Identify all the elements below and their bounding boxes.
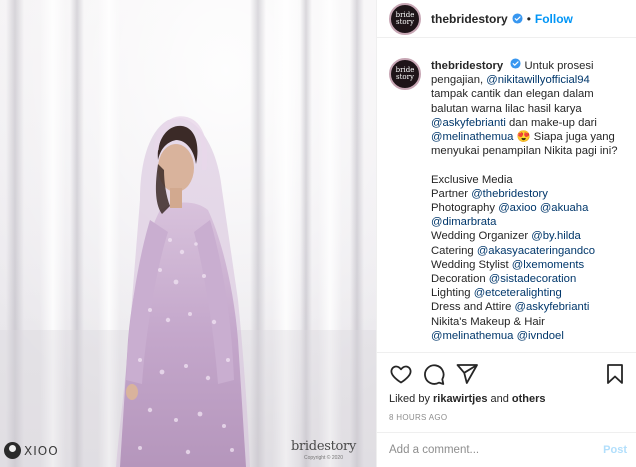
caption-line: Untuk prosesi: [524, 60, 594, 72]
avatar[interactable]: bride story: [389, 2, 421, 35]
mention-link[interactable]: @thebridestory: [471, 188, 548, 200]
credit-label: Photography: [431, 202, 499, 215]
post-actions-section: Liked by rikawirtjes and others 8 HOURS …: [377, 352, 636, 422]
credit-label: Wedding Stylist: [431, 258, 512, 271]
credit-label: Decoration: [431, 273, 489, 286]
credit-label: Wedding Organizer: [431, 230, 532, 243]
bride-photo-illustration: [0, 0, 376, 467]
watermark-left-text: XIOO: [24, 443, 59, 458]
credit-label: Lighting: [431, 287, 474, 300]
liked-by-others-link[interactable]: others: [512, 393, 546, 405]
mention-link[interactable]: @dimarbrata: [431, 216, 496, 228]
bookmark-icon[interactable]: [603, 362, 627, 386]
brand-watermark: bridestory Copyright © 2020: [291, 440, 356, 461]
comment-input[interactable]: Add a comment...: [389, 444, 603, 456]
caption-text: thebridestory Untuk prosesi pengajian, @…: [431, 58, 618, 350]
mention-link[interactable]: @akuaha: [540, 202, 589, 214]
mention-link[interactable]: @askyfebrianti: [431, 117, 506, 129]
action-bar: [377, 353, 636, 395]
mention-link[interactable]: @melinathemua: [431, 131, 513, 143]
post-header: bride story thebridestory • Follow: [377, 0, 636, 38]
header-separator: •: [526, 11, 531, 26]
caption-line: dan make-up dari: [505, 116, 597, 129]
credit-label: Dress and Attire: [431, 301, 515, 314]
caption-line: pengajian,: [431, 74, 487, 87]
comment-bubble-icon[interactable]: [422, 362, 446, 386]
follow-button[interactable]: Follow: [535, 12, 573, 26]
mention-link[interactable]: @akasyacateringandco: [477, 245, 595, 257]
credit-label: Partner: [431, 187, 472, 200]
watermark-brand-text: bridestory: [291, 439, 356, 454]
caption-line: menyukai penampilan Nikita pagi ini?: [431, 145, 618, 158]
verified-badge-icon: [512, 13, 523, 24]
post-caption: bride story thebridestory Untuk prosesi p…: [389, 58, 633, 350]
header-username[interactable]: thebridestory: [431, 12, 508, 26]
watermark-copyright: Copyright © 2020: [304, 455, 343, 461]
post-timestamp[interactable]: 8 HOURS AGO: [377, 413, 636, 422]
mention-link[interactable]: @etceteralighting: [474, 287, 562, 299]
mention-link[interactable]: @ivndoel: [517, 330, 564, 342]
mention-link[interactable]: @sistadecoration: [489, 273, 576, 285]
credit-label: Nikita's Makeup & Hair: [431, 315, 545, 328]
heart-eyes-emoji: 😍: [516, 131, 531, 144]
mention-link[interactable]: @by.hilda: [531, 230, 581, 242]
comment-box: Add a comment... Post: [377, 432, 636, 467]
caption-line: tampak cantik dan elegan dalam: [431, 88, 594, 101]
post-comment-button[interactable]: Post: [603, 444, 627, 456]
verified-badge-icon: [510, 58, 521, 69]
liked-by-text: Liked by rikawirtjes and others: [389, 393, 546, 405]
mention-link[interactable]: @axioo: [498, 202, 536, 214]
caption-avatar[interactable]: bride story: [389, 58, 421, 90]
credits-title: Exclusive Media: [431, 173, 513, 186]
credit-label: Catering: [431, 244, 477, 257]
avatar-logo-text: bride story: [395, 10, 415, 26]
caption-username[interactable]: thebridestory: [431, 60, 503, 72]
avatar-logo-text: bride story: [395, 66, 415, 81]
caption-line: Siapa juga yang: [530, 131, 615, 144]
caption-line: balutan warna lilac hasil karya: [431, 102, 582, 115]
photographer-watermark: XIOO: [4, 442, 59, 459]
watermark-logo-icon: [4, 442, 21, 459]
liked-by-user-link[interactable]: rikawirtjes: [433, 393, 487, 405]
mention-link[interactable]: @melinathemua: [431, 330, 513, 342]
post-photo[interactable]: XIOO bridestory Copyright © 2020: [0, 0, 376, 467]
mention-link[interactable]: @nikitawillyofficial94: [486, 74, 590, 86]
post-side-panel: bride story thebridestory • Follow bride s…: [376, 0, 636, 467]
paper-plane-icon[interactable]: [455, 362, 479, 386]
heart-icon[interactable]: [389, 362, 413, 386]
mention-link[interactable]: @askyfebrianti: [515, 301, 590, 313]
mention-link[interactable]: @lxemoments: [512, 259, 584, 271]
